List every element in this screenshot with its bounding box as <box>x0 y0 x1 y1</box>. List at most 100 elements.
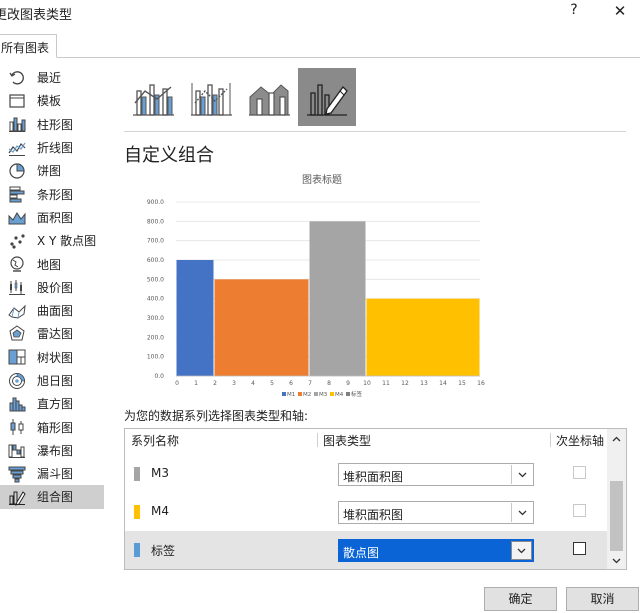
secondary-axis-checkbox[interactable] <box>573 466 586 479</box>
ok-button[interactable]: 确定 <box>484 587 557 611</box>
sidebar-item-label: 瀑布图 <box>37 443 74 458</box>
legend-swatch <box>330 392 334 396</box>
series-row[interactable]: 标签 散点图 <box>125 531 607 569</box>
sidebar-item-map-chart[interactable]: 地图 <box>0 252 104 275</box>
legend-label: M1 <box>287 392 295 398</box>
y-tick-label: 300.0 <box>147 315 164 322</box>
sidebar-item-area-chart[interactable]: 面积图 <box>0 206 104 229</box>
bar-m2 <box>214 279 309 376</box>
sidebar-item-label: X Y 散点图 <box>37 234 97 249</box>
series-table-scrollbar[interactable] <box>607 429 626 569</box>
y-tick-label: 0.0 <box>154 373 164 380</box>
radar-chart-icon <box>9 325 25 341</box>
y-tick-label: 400.0 <box>147 296 164 303</box>
bar-m4 <box>366 298 480 376</box>
legend-swatch <box>346 392 350 396</box>
close-button[interactable]: ✕ <box>610 2 630 22</box>
sidebar-item-label: 饼图 <box>37 164 62 179</box>
chart-type-value: 堆积面积图 <box>343 508 404 522</box>
sidebar-item-label: 旭日图 <box>37 374 74 388</box>
series-row[interactable]: M3 堆积面积图 <box>125 455 607 493</box>
sunburst-chart-icon <box>9 372 25 389</box>
sidebar-item-box-whisker-chart[interactable]: 箱形图 <box>0 415 104 438</box>
sidebar-item-radar-chart[interactable]: 雷达图 <box>0 322 104 345</box>
sidebar-item-sunburst-chart[interactable]: 旭日图 <box>0 369 104 392</box>
clustered-column-line-secondary-axis-icon[interactable] <box>182 68 240 126</box>
y-tick-label: 100.0 <box>147 354 164 361</box>
scroll-thumb[interactable] <box>610 481 623 551</box>
secondary-axis-checkbox[interactable] <box>573 504 586 517</box>
clustered-column-line-icon[interactable] <box>124 68 182 126</box>
x-tick-label: 3 <box>232 380 236 387</box>
sidebar-item-label: 雷达图 <box>37 327 74 342</box>
x-tick-label: 10 <box>363 380 371 387</box>
chevron-down-icon[interactable] <box>511 541 532 560</box>
sidebar-item-combo-chart[interactable]: 组合图 <box>0 485 104 509</box>
x-tick-label: 1 <box>194 380 198 387</box>
sidebar-item-bar-chart[interactable]: 条形图 <box>0 182 104 205</box>
sidebar-item-pie-chart[interactable]: 饼图 <box>0 159 104 182</box>
sidebar-item-label: 折线图 <box>37 141 74 156</box>
x-tick-label: 14 <box>439 380 447 387</box>
sidebar-item-label: 面积图 <box>37 210 74 225</box>
legend-label: M3 <box>319 392 328 398</box>
chart-preview: 图表标题 0.0100.0200.0300.0400.0500.0600.070… <box>147 173 485 398</box>
dialog-title: 更改图表类型 <box>0 8 73 23</box>
sidebar-item-label: 曲面图 <box>37 304 74 319</box>
section-title: 自定义组合 <box>124 145 214 166</box>
x-tick-label: 15 <box>458 380 466 387</box>
sidebar-item-column-chart[interactable]: 柱形图 <box>0 113 104 136</box>
sidebar-item-template[interactable]: 模板 <box>0 89 104 112</box>
sidebar-item-stock-chart[interactable]: 股价图 <box>0 276 104 299</box>
chart-type-select[interactable]: 堆积面积图 <box>338 501 534 524</box>
legend-label: 标签 <box>351 390 363 398</box>
x-tick-label: 4 <box>251 380 255 387</box>
stock-chart-icon <box>9 280 25 296</box>
sidebar-item-waterfall-chart[interactable]: 瀑布图 <box>0 439 104 462</box>
sidebar-item-scatter-chart[interactable]: X Y 散点图 <box>0 229 104 252</box>
series-row[interactable]: M4 堆积面积图 <box>125 493 607 531</box>
sidebar-item-histogram-chart[interactable]: 直方图 <box>0 392 104 415</box>
chevron-down-icon[interactable] <box>511 503 532 522</box>
sidebar-item-label: 箱形图 <box>37 420 74 435</box>
sidebar-item-recent[interactable]: 最近 <box>0 66 104 89</box>
sidebar-item-label: 条形图 <box>37 187 74 202</box>
box-whisker-chart-icon <box>10 419 24 436</box>
series-name: M4 <box>151 504 169 518</box>
sidebar-item-surface-chart[interactable]: 曲面图 <box>0 299 104 322</box>
scroll-down-button[interactable] <box>607 553 626 569</box>
x-tick-label: 7 <box>308 380 312 387</box>
map-chart-icon <box>10 256 24 272</box>
chart-type-select[interactable]: 散点图 <box>338 539 534 562</box>
chart-type-value: 散点图 <box>343 546 380 560</box>
sidebar-item-line-chart[interactable]: 折线图 <box>0 136 104 159</box>
sidebar-item-treemap-chart[interactable]: 树状图 <box>0 346 104 369</box>
secondary-axis-checkbox[interactable] <box>573 542 586 555</box>
help-button[interactable]: ? <box>564 2 584 22</box>
cancel-button[interactable]: 取消 <box>566 587 639 611</box>
sidebar-item-funnel-chart[interactable]: 漏斗图 <box>0 462 104 485</box>
chart-type-select[interactable]: 堆积面积图 <box>338 463 534 486</box>
header-secondary-axis: 次坐标轴 <box>556 434 605 448</box>
sidebar-item-label: 地图 <box>37 257 62 272</box>
waterfall-chart-icon <box>8 444 25 459</box>
tab-strip: 所有图表 <box>0 34 640 58</box>
x-tick-label: 2 <box>213 380 217 387</box>
area-chart-icon <box>8 212 26 225</box>
chart-type-sidebar: 最近模板柱形图折线图饼图条形图面积图 X Y 散点图 地图股价图曲面图雷达图树状图旭… <box>0 66 104 509</box>
combo-chart-icon <box>9 491 26 506</box>
sidebar-item-label: 模板 <box>37 94 62 109</box>
header-series-name: 系列名称 <box>131 434 180 448</box>
chevron-down-icon[interactable] <box>511 465 532 484</box>
legend-label: M2 <box>303 392 311 398</box>
y-tick-label: 600.0 <box>147 257 164 264</box>
custom-combination-icon[interactable] <box>298 68 356 126</box>
x-tick-label: 12 <box>401 380 409 387</box>
legend-label: M4 <box>335 392 344 398</box>
series-prompt: 为您的数据系列选择图表类型和轴: <box>124 409 309 423</box>
tab-all-charts[interactable]: 所有图表 <box>0 34 58 58</box>
scroll-up-button[interactable] <box>607 431 626 447</box>
x-tick-label: 6 <box>289 380 293 387</box>
stacked-area-clustered-column-icon[interactable] <box>240 68 298 126</box>
x-tick-label: 9 <box>346 380 350 387</box>
